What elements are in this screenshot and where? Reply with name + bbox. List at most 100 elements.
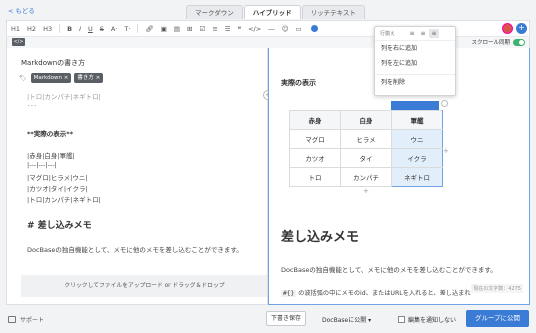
align-buttons: ≡ ≡ ≡ <box>407 29 440 38</box>
table-cell[interactable]: マグロ <box>289 129 341 149</box>
align-center-icon[interactable]: ≡ <box>418 29 428 38</box>
menu-item-delete-column[interactable]: 列を削除 <box>375 75 455 90</box>
tag-icon: 🏷︎ <box>19 74 27 82</box>
top-bar: < もどる マークダウン ハイブリッド リッチテキスト <box>0 0 536 20</box>
link-icon[interactable]: 🔗︎ <box>145 25 153 33</box>
tag-label: Markdown <box>33 75 63 81</box>
tab-richtext[interactable]: リッチテキスト <box>301 5 365 19</box>
underline-button[interactable]: U <box>88 25 93 33</box>
md-line: |マグロ|ヒラメ|ウニ| <box>27 174 88 182</box>
table-row: カツオ タイ イクラ <box>289 148 443 168</box>
column-context-menu: 行揃え ≡ ≡ ≡ 列を右に追加 列を左に追加 列を削除 <box>374 26 456 96</box>
table-row: トロ カンパチ ネギトロ <box>289 167 443 187</box>
source-toggle-button[interactable]: </> <box>12 38 25 46</box>
quote-icon[interactable]: ❝ <box>238 25 242 33</box>
add-button[interactable]: + <box>516 23 527 34</box>
table-row: マグロ ヒラメ ウニ <box>289 129 443 149</box>
chat-icon <box>8 316 16 323</box>
align-row: 行揃え ≡ ≡ ≡ <box>375 27 455 41</box>
support-label: サポート <box>20 317 45 324</box>
footer-bar: サポート 下書き保存 DocBaseに公開 ▾ 編集を通知しない グループに公開 <box>0 305 536 333</box>
help-icon[interactable] <box>310 25 318 32</box>
emoji-icon[interactable]: ☺ <box>282 25 289 33</box>
tag-remove-icon[interactable]: × <box>96 75 101 81</box>
h3-button[interactable]: H3 <box>43 25 52 33</box>
preview-table: 赤身 白身 軍艦 マグロ ヒラメ ウニ カツオ タイ イクラ トロ カンパチ ネ… <box>289 110 443 187</box>
tag-label: 書き方 <box>77 75 94 81</box>
md-line: ･･･ <box>27 102 37 110</box>
save-draft-button[interactable]: 下書き保存 <box>266 311 306 326</box>
preview-heading-embed: 差し込みメモ <box>281 230 360 245</box>
tab-hybrid[interactable]: ハイブリッド <box>243 5 301 19</box>
notify-checkbox[interactable] <box>398 316 405 323</box>
add-row-icon[interactable]: + <box>363 187 369 195</box>
font-color-button[interactable]: A· <box>111 25 118 33</box>
toolbar-divider <box>59 24 61 33</box>
ordered-list-icon[interactable]: ≡ <box>212 25 217 33</box>
h2-button[interactable]: H2 <box>27 25 36 33</box>
publish-scope-select[interactable]: DocBaseに公開 ▾ <box>322 315 371 324</box>
table-header-cell[interactable]: 軍艦 <box>391 110 443 130</box>
image-icon[interactable]: ▣ <box>161 25 167 33</box>
align-right-icon[interactable]: ≡ <box>429 29 440 38</box>
toolbar-divider <box>137 24 139 33</box>
table-cell[interactable]: トロ <box>289 167 341 187</box>
table-header-cell[interactable]: 赤身 <box>289 110 341 130</box>
file-icon[interactable]: ▤ <box>174 25 180 33</box>
md-line: # 差し込みメモ <box>27 221 92 231</box>
table-cell[interactable]: イクラ <box>391 148 443 168</box>
bullet-list-icon[interactable]: ☰ <box>225 25 231 33</box>
table-cell[interactable]: ネギトロ <box>391 167 443 187</box>
md-line: |赤身|白身|軍艦| <box>27 152 75 160</box>
align-label: 行揃え <box>380 31 396 37</box>
back-link[interactable]: < もどる <box>8 5 35 15</box>
notify-label: 編集を通知しない <box>408 317 457 324</box>
table-cell[interactable]: カンパチ <box>340 167 392 187</box>
menu-item-add-column-left[interactable]: 列を左に追加 <box>375 56 455 71</box>
checklist-icon[interactable]: ☑ <box>199 25 205 33</box>
tab-markdown[interactable]: マークダウン <box>186 5 243 19</box>
preview-paragraph: #{} の波括弧の中にメモのid、またはURLを入れると、差し込まれ <box>281 288 471 297</box>
add-column-icon[interactable]: + <box>443 147 449 155</box>
scroll-sync-toggle[interactable] <box>513 38 525 46</box>
md-line: **実際の表示** <box>27 130 74 138</box>
inline-code: #{} <box>281 290 297 297</box>
md-line: DocBaseの独自機能として、メモに他のメモを差し込むことができます。 <box>27 246 243 254</box>
table-cell[interactable]: ヒラメ <box>340 129 392 149</box>
avatar[interactable] <box>502 23 513 34</box>
table-cell[interactable]: タイ <box>340 148 392 168</box>
md-line: |トロ|カンパチ|ネギトロ| <box>27 93 101 101</box>
column-select-handle[interactable] <box>391 101 439 110</box>
scroll-sync-label: スクロール同期 <box>471 40 510 46</box>
table-header-cell[interactable]: 白身 <box>340 110 392 130</box>
md-line: |カツオ|タイ|イクラ| <box>27 185 88 193</box>
support-link[interactable]: サポート <box>8 315 44 324</box>
editor-mode-tabs: マークダウン ハイブリッド リッチテキスト <box>186 5 366 19</box>
bold-button[interactable]: B <box>67 25 72 33</box>
tag-chip[interactable]: 書き方 × <box>74 73 104 83</box>
menu-item-add-column-right[interactable]: 列を右に追加 <box>375 41 455 56</box>
column-handle-dot-icon[interactable] <box>441 100 448 107</box>
hr-icon[interactable]: ― <box>268 25 275 33</box>
table-header-row: 赤身 白身 軍艦 <box>289 110 443 130</box>
table-cell[interactable]: カツオ <box>289 148 341 168</box>
file-upload-dropzone[interactable]: クリックしてファイルをアップロード or ドラッグ＆ドロップ <box>21 275 267 297</box>
table-cell[interactable]: ウニ <box>391 129 443 149</box>
scroll-sync: スクロール同期 <box>471 38 525 46</box>
font-size-button[interactable]: T· <box>124 25 130 33</box>
align-left-icon[interactable]: ≡ <box>407 29 417 38</box>
publish-to-group-button[interactable]: グループに公開 <box>466 310 529 327</box>
preview-paragraph-text: の波括弧の中にメモのid、またはURLを入れると、差し込まれ <box>296 290 471 297</box>
strikethrough-button[interactable]: S <box>100 25 104 33</box>
table-icon[interactable]: ⊞ <box>187 25 192 33</box>
italic-button[interactable]: I <box>79 25 81 33</box>
tag-remove-icon[interactable]: × <box>64 75 69 81</box>
tag-chip[interactable]: Markdown × <box>30 73 72 83</box>
notify-option[interactable]: 編集を通知しない <box>398 315 456 324</box>
markdown-editor-pane[interactable]: Markdownの書き方 🏷︎ Markdown × 書き方 × |トロ|カンパ… <box>6 48 268 305</box>
template-icon[interactable]: ▭ <box>295 25 301 33</box>
code-icon[interactable]: </> <box>248 25 261 33</box>
memo-title-input[interactable]: Markdownの書き方 <box>21 58 85 68</box>
h1-button[interactable]: H1 <box>11 25 20 33</box>
char-count: 現在の文字数：4275 <box>471 284 523 293</box>
